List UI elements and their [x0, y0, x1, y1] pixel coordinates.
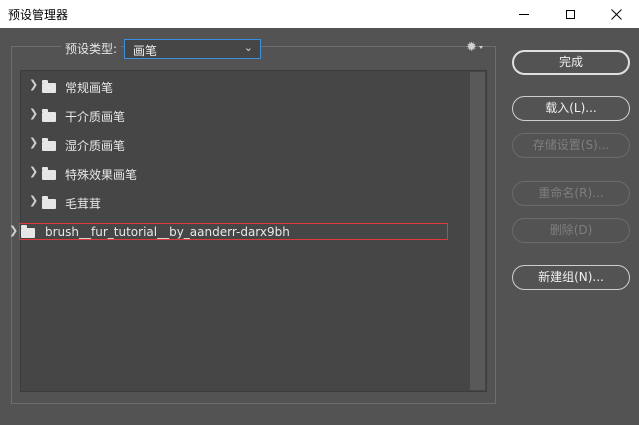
minimize-button[interactable]: [501, 0, 547, 28]
save-settings-button[interactable]: 存储设置(S)...: [512, 133, 630, 158]
preset-type-value: 画笔: [133, 44, 158, 58]
new-group-button[interactable]: 新建组(N)...: [512, 265, 630, 290]
load-button[interactable]: 载入(L)...: [512, 96, 630, 121]
chevron-down-icon: ⌄: [243, 41, 253, 54]
list-item-label: 干介质画笔: [65, 110, 126, 124]
folder-icon: [21, 225, 35, 238]
chevron-right-icon[interactable]: ❯: [29, 165, 38, 178]
chevron-right-icon[interactable]: ❯: [29, 194, 38, 207]
list-item[interactable]: ❯ 干介质画笔: [21, 104, 470, 128]
preset-type-label: 预设类型:: [61, 40, 122, 57]
gear-menu-arrow-icon: [479, 46, 483, 49]
folder-icon: [42, 167, 56, 180]
list-scrollbar[interactable]: [470, 72, 485, 390]
folder-icon: [42, 80, 56, 93]
list-item[interactable]: ❯ 特殊效果画笔: [21, 162, 470, 186]
minimize-icon: [519, 13, 529, 15]
maximize-icon: [565, 9, 575, 19]
list-item-label: 湿介质画笔: [65, 139, 126, 153]
list-item-label: 特殊效果画笔: [65, 168, 138, 182]
list-item-selected[interactable]: ❯ brush__fur_tutorial__by_aanderr-darx9b…: [9, 223, 448, 240]
window-title: 预设管理器: [8, 8, 69, 22]
list-item-label: brush__fur_tutorial__by_aanderr-darx9bh: [45, 225, 290, 239]
folder-icon: [42, 196, 56, 209]
gear-icon[interactable]: ✹: [466, 40, 477, 55]
rename-button[interactable]: 重命名(R)...: [512, 181, 630, 206]
close-button[interactable]: [593, 0, 639, 28]
list-item-label: 常规画笔: [65, 81, 114, 95]
chevron-right-icon[interactable]: ❯: [29, 78, 38, 91]
preset-type-select[interactable]: 画笔 ⌄: [124, 39, 261, 59]
folder-icon: [42, 109, 56, 122]
delete-button[interactable]: 删除(D): [512, 218, 630, 243]
chevron-right-icon[interactable]: ❯: [29, 136, 38, 149]
title-bar: 预设管理器: [0, 0, 639, 28]
list-item[interactable]: ❯ 常规画笔: [21, 75, 470, 99]
list-item-label: 毛茸茸: [65, 197, 102, 211]
list-item[interactable]: ❯ 湿介质画笔: [21, 133, 470, 157]
chevron-right-icon[interactable]: ❯: [9, 224, 18, 237]
list-item[interactable]: ❯ 毛茸茸: [21, 191, 470, 215]
maximize-button[interactable]: [547, 0, 593, 28]
close-icon: [610, 8, 622, 20]
folder-icon: [42, 138, 56, 151]
chevron-right-icon[interactable]: ❯: [29, 107, 38, 120]
preset-manager-window: 预设管理器 预设类型: 画笔 ⌄ ✹ ❯ 常规画笔 ❯ 干介质画笔 ❯ 湿介质画…: [0, 0, 639, 425]
done-button[interactable]: 完成: [512, 50, 630, 75]
